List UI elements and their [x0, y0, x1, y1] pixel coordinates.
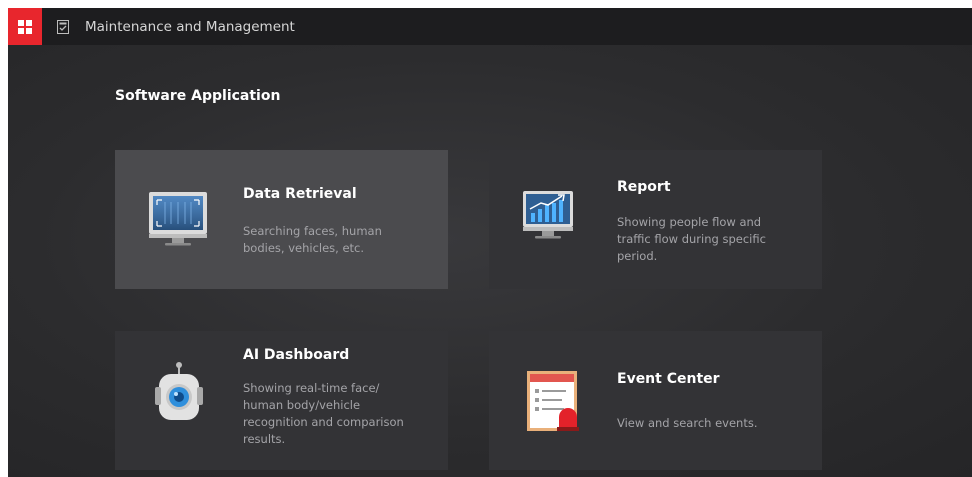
module-title: Maintenance and Management [85, 18, 295, 35]
card-title: Report [617, 179, 671, 195]
top-bar: Maintenance and Management [8, 8, 972, 45]
card-description: Showing real-time face/ human body/vehic… [243, 381, 404, 446]
card-event-center[interactable]: Event Center View and search events. [489, 331, 822, 470]
card-title: AI Dashboard [243, 347, 350, 363]
grid-icon [18, 19, 32, 34]
card-data-retrieval[interactable]: Data Retrieval Searching faces, human bo… [115, 150, 448, 289]
maintenance-module-icon [56, 19, 70, 34]
card-title: Event Center [617, 371, 720, 387]
event-list-alarm-icon [527, 371, 579, 431]
monitor-scan-icon [149, 192, 207, 246]
robot-camera-icon [155, 362, 203, 420]
section-title: Software Application [115, 88, 281, 104]
card-title: Data Retrieval [243, 186, 357, 202]
card-ai-dashboard[interactable]: AI Dashboard Showing real-time face/ hum… [115, 331, 448, 470]
card-description: View and search events. [617, 416, 758, 430]
main-content: Software Application Data Retrieval Sear… [8, 45, 972, 477]
monitor-chart-icon [523, 191, 573, 239]
card-report[interactable]: Report Showing people flow and traffic f… [489, 150, 822, 289]
app-window: Maintenance and Management Software Appl… [8, 8, 972, 477]
card-description: Searching faces, human bodies, vehicles,… [243, 224, 382, 255]
home-menu-button[interactable] [8, 8, 42, 45]
card-description: Showing people flow and traffic flow dur… [617, 215, 766, 263]
